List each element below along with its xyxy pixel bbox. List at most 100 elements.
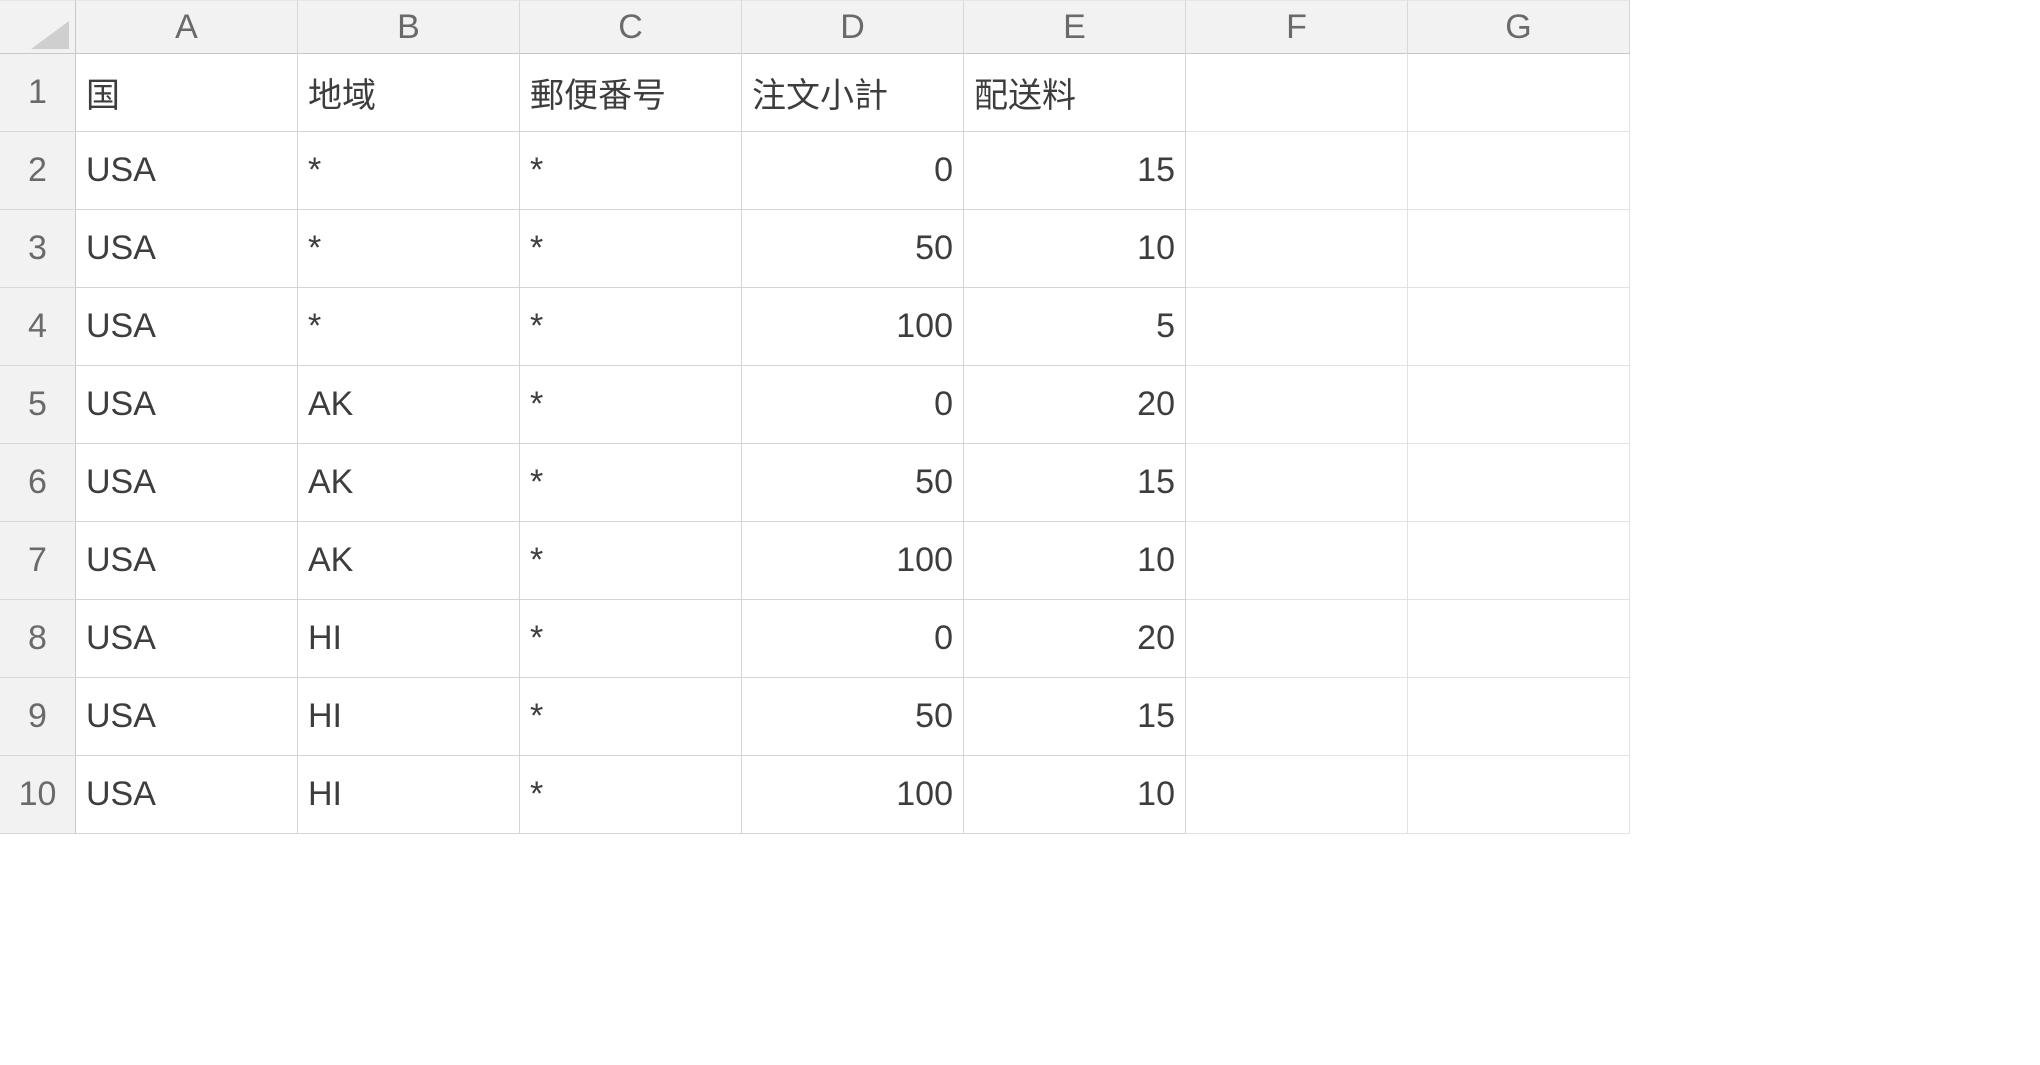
cell-A8[interactable]: USA <box>76 600 298 678</box>
row-header-10[interactable]: 10 <box>0 756 76 834</box>
table-row: 3 USA * * 50 10 <box>0 210 2040 288</box>
cell-F9[interactable] <box>1186 678 1408 756</box>
cell-A6[interactable]: USA <box>76 444 298 522</box>
cell-B6[interactable]: AK <box>298 444 520 522</box>
cell-C10[interactable]: * <box>520 756 742 834</box>
row-header-7[interactable]: 7 <box>0 522 76 600</box>
cell-E10[interactable]: 10 <box>964 756 1186 834</box>
select-all-corner[interactable] <box>0 0 76 54</box>
spreadsheet-grid[interactable]: A B C D E F G 1 国 地域 郵便番号 注文小計 配送料 2 USA… <box>0 0 2040 834</box>
column-header-G[interactable]: G <box>1408 0 1630 54</box>
table-row: 4 USA * * 100 5 <box>0 288 2040 366</box>
column-header-F[interactable]: F <box>1186 0 1408 54</box>
cell-A4[interactable]: USA <box>76 288 298 366</box>
row-header-9[interactable]: 9 <box>0 678 76 756</box>
cell-F7[interactable] <box>1186 522 1408 600</box>
cell-E5[interactable]: 20 <box>964 366 1186 444</box>
cell-D2[interactable]: 0 <box>742 132 964 210</box>
cell-C4[interactable]: * <box>520 288 742 366</box>
cell-F10[interactable] <box>1186 756 1408 834</box>
cell-B8[interactable]: HI <box>298 600 520 678</box>
cell-G1[interactable] <box>1408 54 1630 132</box>
cell-D7[interactable]: 100 <box>742 522 964 600</box>
cell-G8[interactable] <box>1408 600 1630 678</box>
cell-F5[interactable] <box>1186 366 1408 444</box>
column-header-A[interactable]: A <box>76 0 298 54</box>
cell-F2[interactable] <box>1186 132 1408 210</box>
cell-A9[interactable]: USA <box>76 678 298 756</box>
cell-E3[interactable]: 10 <box>964 210 1186 288</box>
row-header-2[interactable]: 2 <box>0 132 76 210</box>
cell-B5[interactable]: AK <box>298 366 520 444</box>
cell-A7[interactable]: USA <box>76 522 298 600</box>
cell-D3[interactable]: 50 <box>742 210 964 288</box>
cell-F6[interactable] <box>1186 444 1408 522</box>
table-row: 9 USA HI * 50 15 <box>0 678 2040 756</box>
cell-C6[interactable]: * <box>520 444 742 522</box>
cell-C1[interactable]: 郵便番号 <box>520 54 742 132</box>
cell-B1[interactable]: 地域 <box>298 54 520 132</box>
cell-D4[interactable]: 100 <box>742 288 964 366</box>
cell-G6[interactable] <box>1408 444 1630 522</box>
column-header-B[interactable]: B <box>298 0 520 54</box>
cell-E8[interactable]: 20 <box>964 600 1186 678</box>
cell-A2[interactable]: USA <box>76 132 298 210</box>
table-row: 8 USA HI * 0 20 <box>0 600 2040 678</box>
cell-C3[interactable]: * <box>520 210 742 288</box>
cell-C5[interactable]: * <box>520 366 742 444</box>
table-row: 6 USA AK * 50 15 <box>0 444 2040 522</box>
cell-B3[interactable]: * <box>298 210 520 288</box>
column-header-E[interactable]: E <box>964 0 1186 54</box>
cell-F3[interactable] <box>1186 210 1408 288</box>
table-row: 2 USA * * 0 15 <box>0 132 2040 210</box>
cell-D9[interactable]: 50 <box>742 678 964 756</box>
cell-A5[interactable]: USA <box>76 366 298 444</box>
table-row: 5 USA AK * 0 20 <box>0 366 2040 444</box>
cell-A10[interactable]: USA <box>76 756 298 834</box>
cell-C8[interactable]: * <box>520 600 742 678</box>
row-header-6[interactable]: 6 <box>0 444 76 522</box>
cell-G4[interactable] <box>1408 288 1630 366</box>
cell-G10[interactable] <box>1408 756 1630 834</box>
cell-B9[interactable]: HI <box>298 678 520 756</box>
row-header-8[interactable]: 8 <box>0 600 76 678</box>
cell-B7[interactable]: AK <box>298 522 520 600</box>
row-header-1[interactable]: 1 <box>0 54 76 132</box>
row-header-5[interactable]: 5 <box>0 366 76 444</box>
cell-E1[interactable]: 配送料 <box>964 54 1186 132</box>
cell-C7[interactable]: * <box>520 522 742 600</box>
cell-D10[interactable]: 100 <box>742 756 964 834</box>
row-header-3[interactable]: 3 <box>0 210 76 288</box>
table-row: 7 USA AK * 100 10 <box>0 522 2040 600</box>
cell-E4[interactable]: 5 <box>964 288 1186 366</box>
cell-D5[interactable]: 0 <box>742 366 964 444</box>
cell-G5[interactable] <box>1408 366 1630 444</box>
column-header-D[interactable]: D <box>742 0 964 54</box>
cell-A1[interactable]: 国 <box>76 54 298 132</box>
cell-E6[interactable]: 15 <box>964 444 1186 522</box>
cell-E2[interactable]: 15 <box>964 132 1186 210</box>
column-header-row: A B C D E F G <box>0 0 2040 54</box>
cell-G2[interactable] <box>1408 132 1630 210</box>
cell-B2[interactable]: * <box>298 132 520 210</box>
cell-D6[interactable]: 50 <box>742 444 964 522</box>
cell-B4[interactable]: * <box>298 288 520 366</box>
cell-A3[interactable]: USA <box>76 210 298 288</box>
row-header-4[interactable]: 4 <box>0 288 76 366</box>
cell-C9[interactable]: * <box>520 678 742 756</box>
cell-F4[interactable] <box>1186 288 1408 366</box>
cell-G9[interactable] <box>1408 678 1630 756</box>
cell-D1[interactable]: 注文小計 <box>742 54 964 132</box>
table-row: 1 国 地域 郵便番号 注文小計 配送料 <box>0 54 2040 132</box>
cell-E9[interactable]: 15 <box>964 678 1186 756</box>
cell-E7[interactable]: 10 <box>964 522 1186 600</box>
cell-F8[interactable] <box>1186 600 1408 678</box>
table-row: 10 USA HI * 100 10 <box>0 756 2040 834</box>
cell-G7[interactable] <box>1408 522 1630 600</box>
cell-G3[interactable] <box>1408 210 1630 288</box>
cell-F1[interactable] <box>1186 54 1408 132</box>
cell-B10[interactable]: HI <box>298 756 520 834</box>
cell-D8[interactable]: 0 <box>742 600 964 678</box>
column-header-C[interactable]: C <box>520 0 742 54</box>
cell-C2[interactable]: * <box>520 132 742 210</box>
